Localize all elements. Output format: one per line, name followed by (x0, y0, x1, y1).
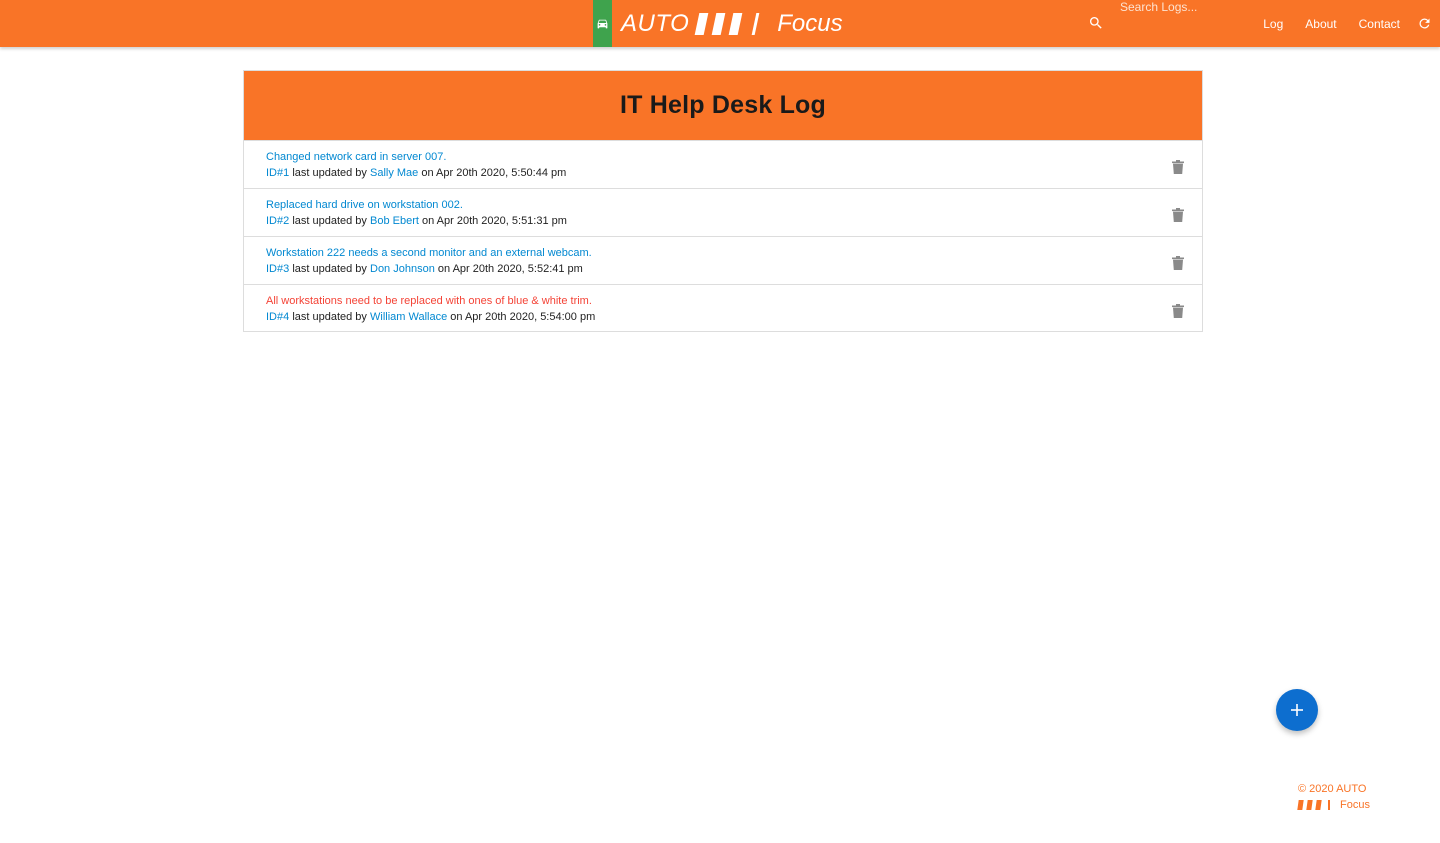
brand-focus-text: Focus (777, 9, 843, 37)
nav-link-contact[interactable]: Contact (1359, 17, 1400, 31)
footer-stripe (1315, 800, 1322, 811)
trash-icon[interactable] (1172, 304, 1184, 318)
log-message-link[interactable]: Workstation 222 needs a second monitor a… (266, 247, 592, 259)
footer-stripes-mark (1297, 800, 1330, 811)
brand-stripe-thin (751, 12, 760, 35)
log-message-link[interactable]: All workstations need to be replaced wit… (266, 295, 592, 307)
log-date: on Apr 20th 2020, 5:50:44 pm (421, 167, 567, 179)
nav-link-about[interactable]: About (1305, 17, 1336, 31)
footer-brand: Focus (1297, 797, 1370, 813)
log-date: on Apr 20th 2020, 5:51:31 pm (421, 215, 567, 227)
log-item: All workstations need to be replaced wit… (244, 285, 1202, 332)
brand-stripe (711, 12, 726, 35)
log-panel-header: IT Help Desk Log (244, 71, 1202, 141)
brand-stripe (728, 12, 743, 35)
brand-badge (593, 0, 612, 47)
log-id: ID#3 (266, 263, 290, 275)
log-meta-prefix: last updated by (292, 263, 367, 275)
log-message-link[interactable]: Changed network card in server 007. (266, 151, 446, 163)
trash-icon[interactable] (1172, 160, 1184, 174)
log-item: Changed network card in server 007. ID#1… (244, 141, 1202, 189)
refresh-icon[interactable] (1417, 16, 1432, 31)
log-meta: ID#2 last updated by Bob Ebert on Apr 20… (266, 215, 567, 227)
plus-icon (1291, 704, 1303, 716)
log-tech-name: Don Johnson (370, 263, 435, 275)
log-meta-prefix: last updated by (292, 311, 367, 323)
log-id: ID#2 (266, 215, 290, 227)
log-meta-prefix: last updated by (292, 215, 367, 227)
log-meta-prefix: last updated by (292, 167, 367, 179)
log-id: ID#1 (266, 167, 290, 179)
car-icon (597, 19, 608, 29)
footer-copyright: © 2020 AUTO (1298, 783, 1367, 795)
trash-icon[interactable] (1172, 208, 1184, 222)
log-message-link[interactable]: Replaced hard drive on workstation 002. (266, 199, 463, 211)
footer-stripe (1306, 800, 1313, 811)
log-meta: ID#1 last updated by Sally Mae on Apr 20… (266, 167, 566, 179)
log-tech-name: Sally Mae (370, 167, 419, 179)
log-date: on Apr 20th 2020, 5:52:41 pm (437, 263, 583, 275)
log-tech-name: William Wallace (370, 311, 448, 323)
nav-links: Log About Contact (1241, 0, 1400, 47)
page-title: IT Help Desk Log (619, 91, 826, 119)
footer: © 2020 AUTO Focus (1297, 781, 1370, 813)
add-log-button[interactable] (1276, 689, 1318, 731)
footer-stripe-thin (1328, 800, 1330, 811)
log-date: on Apr 20th 2020, 5:54:00 pm (450, 311, 596, 323)
brand-stripes-mark (694, 12, 760, 35)
log-panel: IT Help Desk Log Changed network card in… (243, 70, 1203, 332)
log-list: Changed network card in server 007. ID#1… (244, 141, 1202, 332)
log-id: ID#4 (266, 311, 290, 323)
brand-logo[interactable]: AUTO Focus (593, 0, 843, 47)
trash-icon[interactable] (1172, 256, 1184, 270)
brand-auto-text: AUTO (621, 9, 690, 37)
search-icon[interactable] (1088, 15, 1104, 31)
log-item: Workstation 222 needs a second monitor a… (244, 237, 1202, 285)
log-meta: ID#4 last updated by William Wallace on … (266, 311, 595, 323)
brand-stripe (694, 12, 709, 35)
top-navbar: AUTO Focus Log About Contact (0, 0, 1440, 47)
footer-stripe (1297, 800, 1304, 811)
log-tech-name: Bob Ebert (370, 215, 419, 227)
log-item: Replaced hard drive on workstation 002. … (244, 189, 1202, 237)
nav-link-log[interactable]: Log (1263, 17, 1283, 31)
footer-focus-text: Focus (1340, 799, 1370, 811)
search-logs-input[interactable] (1120, 0, 1240, 14)
log-meta: ID#3 last updated by Don Johnson on Apr … (266, 263, 583, 275)
